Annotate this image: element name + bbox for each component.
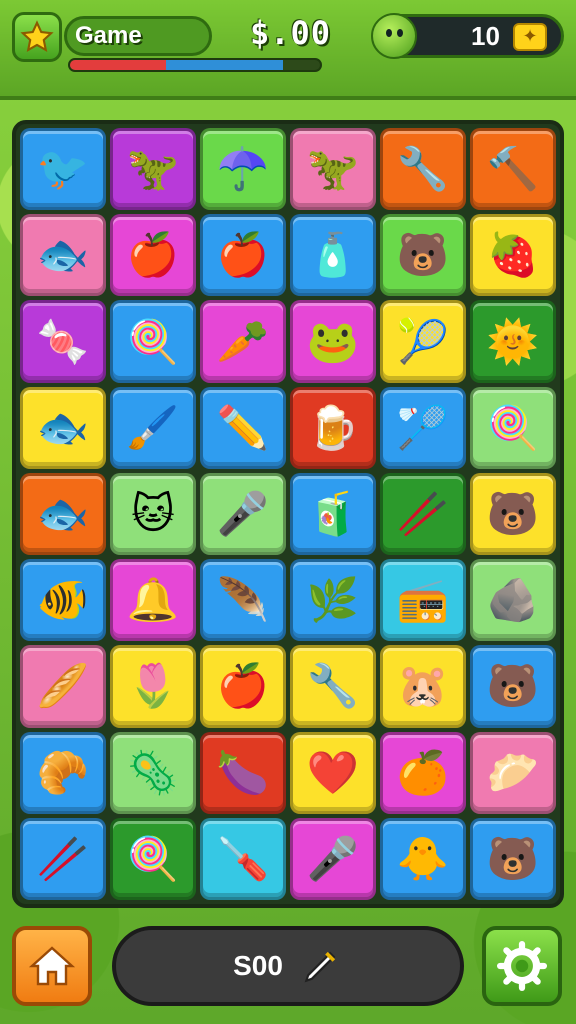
- tile-r8-c2[interactable]: 🦠: [110, 731, 196, 814]
- tile-r8-c6[interactable]: 🥟: [470, 731, 556, 814]
- tile-r8-c5[interactable]: 🍊: [380, 731, 466, 814]
- tile-r7-c5[interactable]: 🐹: [380, 645, 466, 728]
- star-button[interactable]: [12, 12, 62, 62]
- tile-r6-c3[interactable]: 🪶: [200, 559, 286, 642]
- tile-r7-c2[interactable]: 🌷: [110, 645, 196, 728]
- player-name: Game: [64, 16, 212, 56]
- slime-icon: [371, 13, 417, 59]
- tile-r7-c4[interactable]: 🔧: [290, 645, 376, 728]
- tile-r6-c1[interactable]: 🐠: [20, 559, 106, 642]
- gear-icon: [497, 941, 547, 991]
- tile-r7-c3[interactable]: 🍎: [200, 645, 286, 728]
- tile-r1-c1[interactable]: 🐦: [20, 128, 106, 211]
- tile-r9-c4[interactable]: 🎤: [290, 817, 376, 900]
- home-icon: [28, 946, 76, 986]
- coin-icon[interactable]: ✦: [513, 23, 547, 51]
- money-display: $.00: [250, 14, 332, 52]
- tile-r3-c4[interactable]: 🐸: [290, 300, 376, 383]
- tile-r9-c3[interactable]: 🪛: [200, 817, 286, 900]
- tile-r2-c3[interactable]: 🍎: [200, 214, 286, 297]
- tile-r6-c6[interactable]: 🪨: [470, 559, 556, 642]
- tile-r7-c1[interactable]: 🥖: [20, 645, 106, 728]
- pencil-icon: [304, 951, 336, 983]
- tile-r4-c1[interactable]: 🐟: [20, 386, 106, 469]
- tile-r6-c5[interactable]: 📻: [380, 559, 466, 642]
- tile-r7-c6[interactable]: 🐻: [470, 645, 556, 728]
- tile-r4-c4[interactable]: 🍺: [290, 386, 376, 469]
- tile-r2-c5[interactable]: 🐻: [380, 214, 466, 297]
- score-panel: S00: [112, 926, 464, 1006]
- tile-r4-c6[interactable]: 🍭: [470, 386, 556, 469]
- level-display: 10 ✦: [371, 13, 564, 59]
- tile-r8-c4[interactable]: ❤️: [290, 731, 376, 814]
- tile-r1-c3[interactable]: ☂️: [200, 128, 286, 211]
- star-icon: [20, 20, 54, 52]
- game-board: 🐦 🦖 ☂️ 🦖 🔧 🔨 🐟 🍎 🍎 🧴 🐻 🍓 🍬 🍭 🥕 🐸 🎾 🌞 🐟 🖌️ ✏️ 🍺 🏸 🍭 🐟 🐱 🎤 🧃 🥢 🐻 🐠 🔔 🪶 🌿 📻 🪨 🥖…: [12, 120, 564, 908]
- tile-r2-c1[interactable]: 🐟: [20, 214, 106, 297]
- progress-fill: [70, 60, 283, 70]
- tile-r9-c2[interactable]: 🍭: [110, 817, 196, 900]
- tile-r5-c2[interactable]: 🐱: [110, 472, 196, 556]
- tile-r1-c5[interactable]: 🔧: [380, 128, 466, 211]
- tile-r9-c1[interactable]: 🥢: [20, 817, 106, 900]
- tile-r5-c1[interactable]: 🐟: [20, 472, 106, 556]
- tile-r9-c5[interactable]: 🐥: [380, 817, 466, 900]
- tile-r1-c6[interactable]: 🔨: [470, 128, 556, 211]
- tile-r4-c2[interactable]: 🖌️: [110, 386, 196, 469]
- score-text: S00: [233, 950, 283, 981]
- tile-r5-c5[interactable]: 🥢: [380, 472, 466, 556]
- tile-r3-c2[interactable]: 🍭: [110, 300, 196, 383]
- level-number: 10: [471, 21, 500, 51]
- tile-r2-c2[interactable]: 🍎: [110, 214, 196, 297]
- tile-r4-c3[interactable]: ✏️: [200, 386, 286, 469]
- tile-r9-c6[interactable]: 🐻: [470, 817, 556, 900]
- tile-r4-c5[interactable]: 🏸: [380, 386, 466, 469]
- tile-r2-c6[interactable]: 🍓: [470, 214, 556, 297]
- tile-r5-c3[interactable]: 🎤: [200, 472, 286, 556]
- tile-r3-c6[interactable]: 🌞: [470, 300, 556, 383]
- settings-button[interactable]: [482, 926, 562, 1006]
- home-button[interactable]: [12, 926, 92, 1006]
- tile-r8-c3[interactable]: 🍆: [200, 731, 286, 814]
- progress-bar: [68, 58, 322, 72]
- tile-r6-c2[interactable]: 🔔: [110, 559, 196, 642]
- tile-r5-c4[interactable]: 🧃: [290, 472, 376, 556]
- tile-r1-c4[interactable]: 🦖: [290, 128, 376, 211]
- tile-r3-c1[interactable]: 🍬: [20, 300, 106, 383]
- top-bar: Game $.00 10 ✦: [0, 0, 576, 100]
- tile-r8-c1[interactable]: 🥐: [20, 731, 106, 814]
- tile-r3-c5[interactable]: 🎾: [380, 300, 466, 383]
- tile-r6-c4[interactable]: 🌿: [290, 559, 376, 642]
- tile-r2-c4[interactable]: 🧴: [290, 214, 376, 297]
- tile-r5-c6[interactable]: 🐻: [470, 472, 556, 556]
- tile-r1-c2[interactable]: 🦖: [110, 128, 196, 211]
- tile-grid: 🐦 🦖 ☂️ 🦖 🔧 🔨 🐟 🍎 🍎 🧴 🐻 🍓 🍬 🍭 🥕 🐸 🎾 🌞 🐟 🖌️ ✏️ 🍺 🏸 🍭 🐟 🐱 🎤 🧃 🥢 🐻 🐠 🔔 🪶 🌿 📻 🪨 🥖…: [20, 128, 556, 900]
- tile-r3-c3[interactable]: 🥕: [200, 300, 286, 383]
